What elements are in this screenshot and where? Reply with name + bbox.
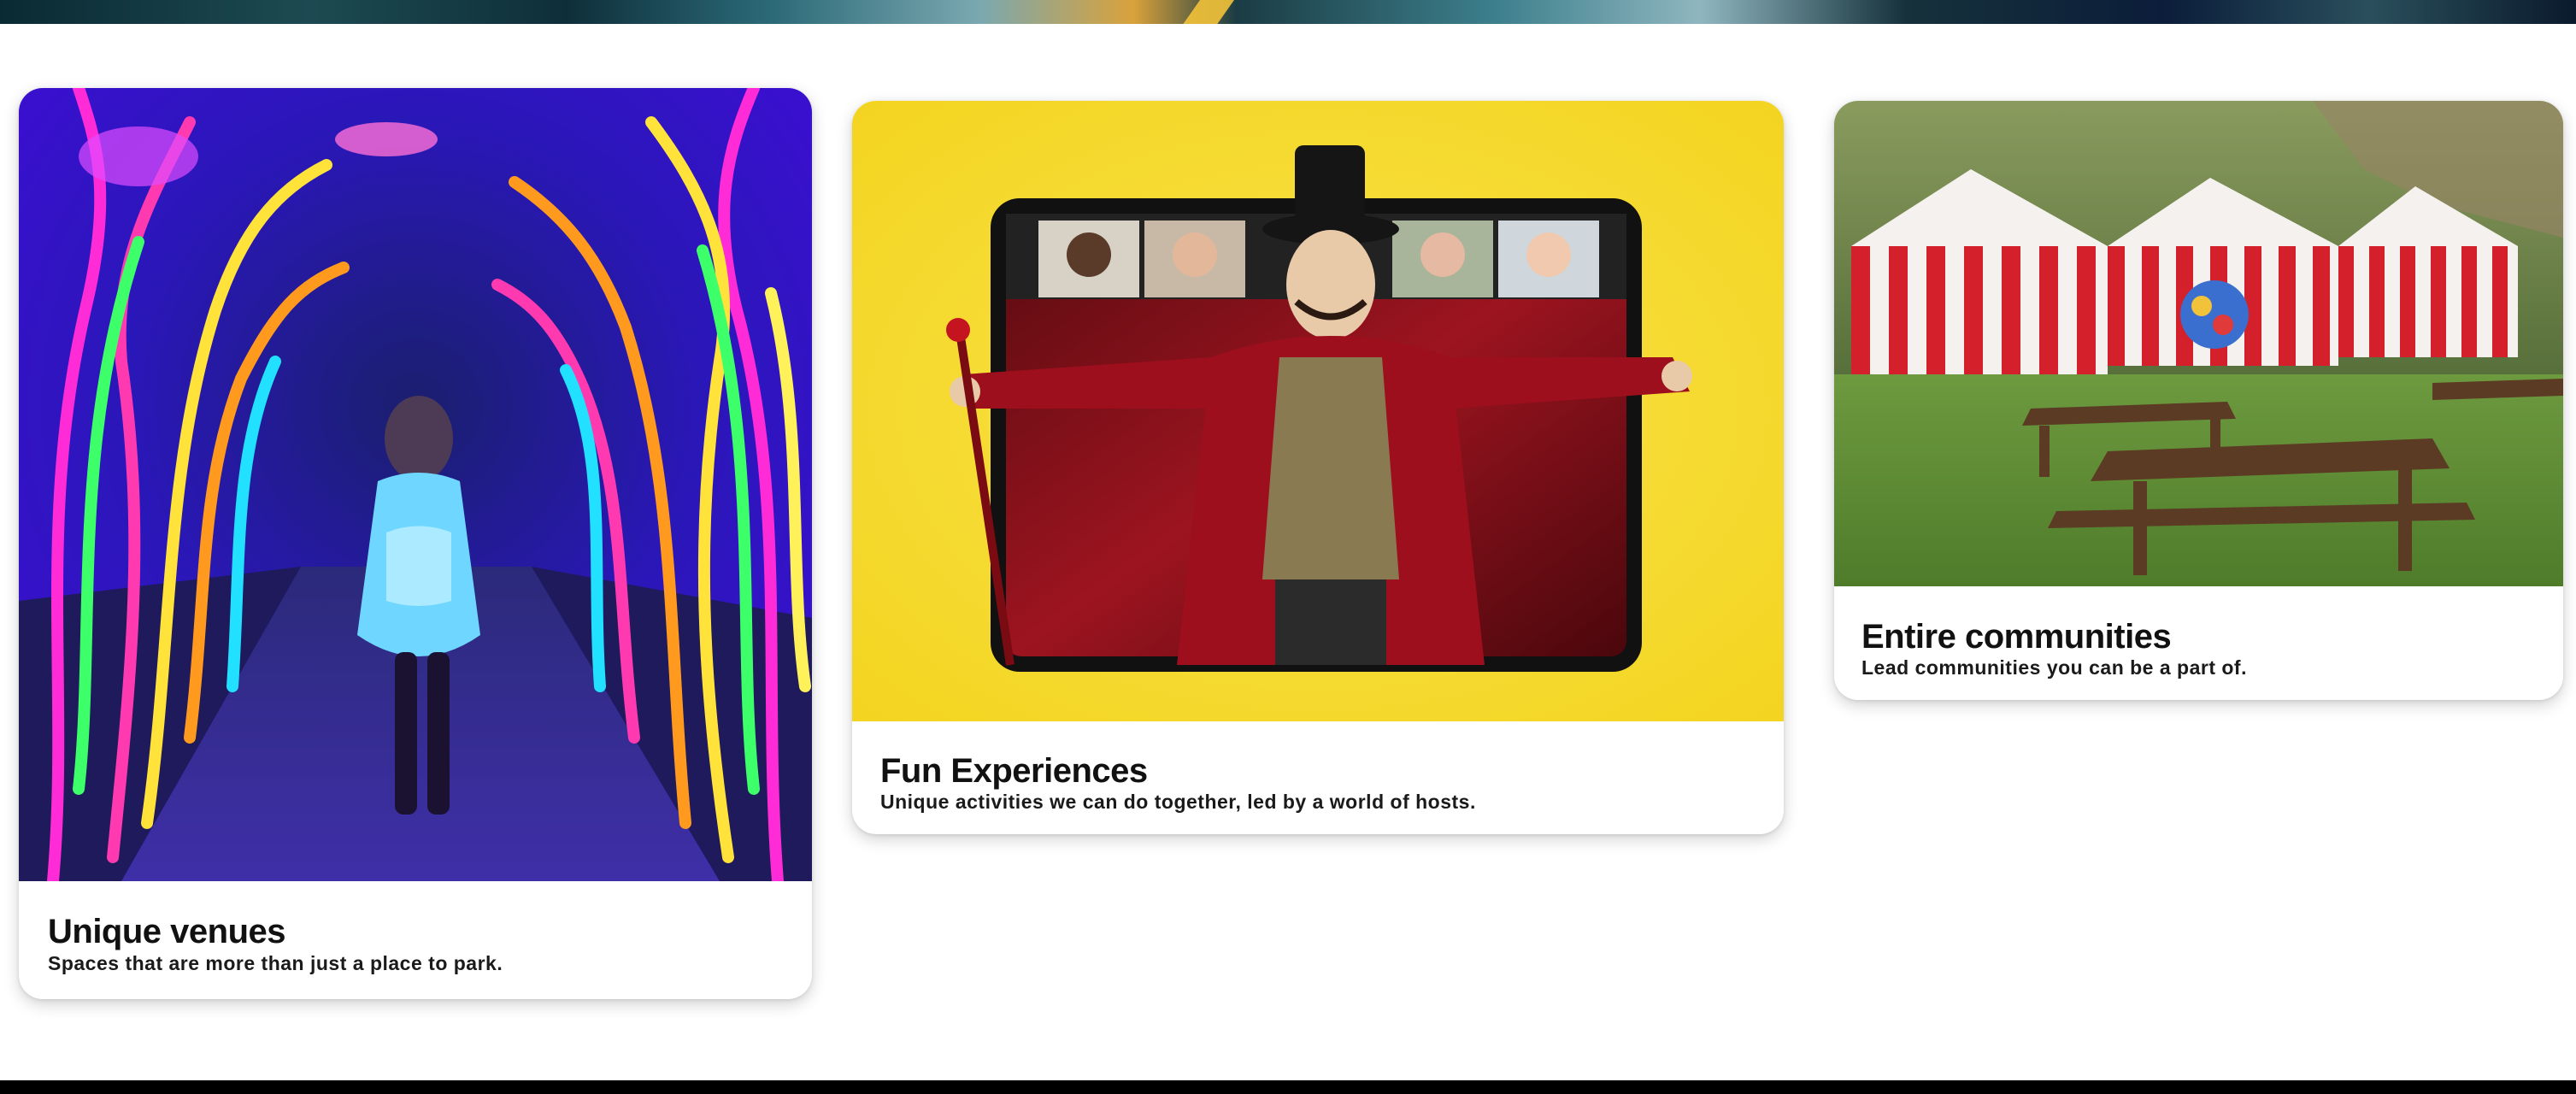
- card-subtitle: Lead communities you can be a part of.: [1861, 656, 2247, 679]
- card-entire-communities[interactable]: Entire communities Lead communities you …: [1834, 101, 2563, 700]
- card-fun-experiences[interactable]: Fun Experiences Unique activities we can…: [852, 101, 1784, 834]
- header-image-stripe: [1169, 0, 1241, 24]
- card-title: Entire communities: [1861, 618, 2172, 656]
- entire-communities-image: [1834, 101, 2563, 586]
- card-subtitle: Spaces that are more than just a place t…: [48, 952, 503, 974]
- card-title: Unique venues: [48, 913, 286, 950]
- unique-venues-image: [19, 88, 812, 881]
- header-image-strip: [0, 0, 2576, 24]
- fun-experiences-image: [852, 101, 1784, 721]
- card-subtitle: Unique activities we can do together, le…: [880, 791, 1476, 813]
- card-unique-venues[interactable]: Unique venues Spaces that are more than …: [19, 88, 812, 999]
- card-title: Fun Experiences: [880, 752, 1148, 790]
- footer-bar: [0, 1080, 2576, 1094]
